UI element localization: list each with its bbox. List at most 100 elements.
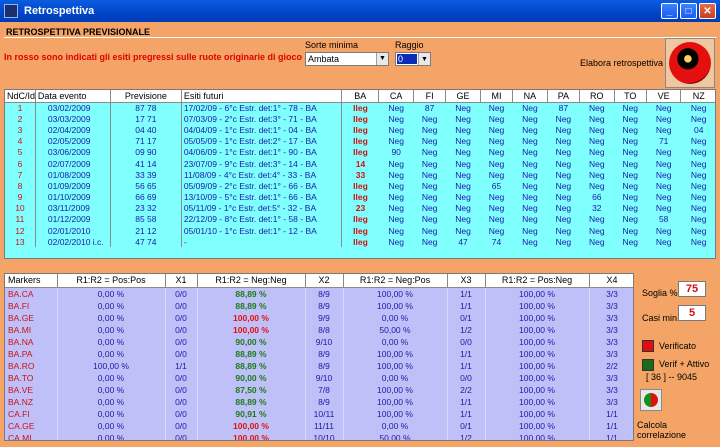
table-cell: 03/02/2009 [35,102,111,114]
column-header[interactable]: Esiti futuri [181,90,342,103]
casi-min-input[interactable]: 5 [678,305,706,321]
soglia-input[interactable]: 75 [678,281,706,297]
table-cell: 02/01/2010 [35,225,111,237]
column-header[interactable]: PA [547,90,581,103]
section-title: RETROSPETTIVA PREVISIONALE [6,27,151,37]
column-header[interactable]: NA [512,90,548,103]
table-cell: Neg [622,214,639,225]
column-header[interactable]: GE [445,90,481,103]
column-header[interactable]: R1:R2 = Neg:Neg [197,274,306,288]
column-header[interactable]: NZ [680,90,715,103]
table-cell: 0/0 [447,371,486,384]
table-cell: 23/07/09 - 9°c Estr. det:3° - 14 - BA [181,157,342,170]
column-header[interactable]: NdC/Id [5,90,36,103]
table-cell: Neg [388,124,404,135]
table-row[interactable]: BA.TO 0,00 % 0/0 90,00 % 9/10 0,00 % 0/0 100,00… [5,371,633,384]
markers-grid[interactable]: Markers R1:R2 = Pos:Pos X1 R1:R2 = Neg:Neg X… [4,273,634,441]
table-row[interactable]: 5 03/06/2009 09 90 04/06/09 - 1°c Estr. det… [5,146,715,158]
sorte-minima-select[interactable]: Ambata ▼ [305,52,389,66]
table-cell: Neg [455,225,471,236]
table-row[interactable]: BA.MI 0,00 % 0/0 100,00 % 8/8 50,00 % 1/2 100,0… [5,323,633,336]
table-cell: 0,00 % [57,395,166,408]
column-header[interactable]: X3 [447,274,486,288]
column-header[interactable]: R1:R2 = Pos:Pos [57,274,166,288]
column-header[interactable]: BA [341,90,380,103]
table-cell: Neg [388,180,404,191]
column-header[interactable]: Data evento [35,90,111,103]
results-grid[interactable]: NdC/Id Data evento Previsione Esiti futuri B… [4,89,716,259]
table-cell: Neg [555,180,572,191]
table-cell: Neg [488,136,505,147]
table-row[interactable]: CA.FI 0,00 % 0/0 90,91 % 10/11 100,00 % 1/1 100… [5,407,633,420]
table-cell: Neg [622,124,639,135]
column-header[interactable]: R1:R2 = Neg:Pos [343,274,448,288]
column-header[interactable]: FI [413,90,447,103]
table-row[interactable]: 7 01/08/2009 33 39 11/08/09 - 4°c Estr. det… [5,169,715,181]
table-cell: Neg [421,158,438,169]
column-header[interactable]: TO [614,90,647,103]
table-cell: 0,00 % [57,311,166,324]
column-header[interactable]: VE [646,90,682,103]
table-cell: Neg [488,158,505,169]
table-cell: 8/9 [305,395,344,408]
table-row[interactable]: 8 01/09/2009 56 65 05/09/09 - 2°c Estr. det… [5,180,715,192]
maximize-icon[interactable]: □ [680,3,697,19]
table-row[interactable]: BA.NZ 0,00 % 0/0 88,89 % 8/9 100,00 % 1/1 100,0… [5,395,633,408]
column-header[interactable]: Previsione [110,90,182,103]
table-cell: Ileg [353,124,368,135]
column-header[interactable]: X1 [165,274,198,288]
column-header[interactable]: X2 [305,274,344,288]
table-row[interactable]: 11 01/12/2009 85 58 22/12/09 - 8°c Estr. de… [5,213,715,226]
table-row[interactable]: BA.GE 0,00 % 0/0 100,00 % 9/9 0,00 % 0/1 100,00… [5,311,633,324]
minimize-icon[interactable]: _ [661,3,678,19]
chevron-down-icon[interactable]: ▼ [376,53,388,65]
column-header[interactable]: X4 [589,274,633,288]
table-cell: 87,50 % [197,383,306,396]
table-cell: Neg [655,169,672,180]
table-row[interactable]: 6 02/07/2009 41 14 23/07/09 - 9°c Estr. det… [5,157,715,170]
table-cell: BA.VE [5,383,58,396]
table-row[interactable]: 10 03/11/2009 23 32 05/11/09 - 1°c Estr. de… [5,202,715,214]
table-row[interactable]: BA.PA 0,00 % 0/0 88,89 % 8/9 100,00 % 1/1 100,0… [5,347,633,360]
table-row[interactable]: 4 02/05/2009 71 17 05/05/09 - 1°c Estr. det… [5,135,715,147]
table-row[interactable]: 12 02/01/2010 21 12 05/01/10 - 1°c Estr. de… [5,225,715,237]
elabora-retrospettiva-button[interactable] [665,38,715,88]
table-cell: 01/12/2009 [35,213,111,226]
table-row[interactable]: CA.MI 0,00 % 0/0 100,00 % 10/10 50,00 % 1/2 100… [5,431,633,440]
column-header[interactable]: MI [480,90,514,103]
table-cell: 100,00 % [485,383,590,396]
table-row[interactable]: 1 03/02/2009 87 78 17/02/09 - 6°c Estr. det… [5,102,715,114]
table-cell: Neg [622,158,639,169]
table-row[interactable]: 9 01/10/2009 66 69 13/10/09 - 5°c Estr. det… [5,191,715,203]
table-row[interactable]: BA.NA 0,00 % 0/0 90,00 % 9/10 0,00 % 0/0 100,00… [5,335,633,348]
column-header[interactable]: RO [579,90,615,103]
table-cell: 10 [5,202,36,214]
table-cell: BA.RO [5,359,58,372]
table-row[interactable]: CA.GE 0,00 % 0/0 100,00 % 11/11 0,00 % 0/1 100,… [5,419,633,432]
table-row[interactable]: BA.FI 0,00 % 0/0 88,89 % 8/9 100,00 % 1/1 100,0… [5,299,633,312]
table-cell: BA.TO [5,371,58,384]
table-row[interactable]: BA.VE 0,00 % 0/0 87,50 % 7/8 100,00 % 2/2 100,0… [5,383,633,396]
table-row[interactable]: BA.CA 0,00 % 0/0 88,89 % 8/9 100,00 % 1/1 100,0… [5,287,633,300]
table-row[interactable]: BA.RO 100,00 % 1/1 88,89 % 8/9 100,00 % 1/1 100… [5,359,633,372]
table-cell: Neg [622,180,639,191]
column-header[interactable]: Markers [5,274,58,288]
table-cell: 1/2 [447,431,486,440]
column-header[interactable]: CA [378,90,414,103]
table-cell: Neg [488,214,505,225]
table-cell: 8/9 [305,287,344,300]
chevron-down-icon[interactable]: ▼ [418,53,430,65]
table-cell: Neg [622,203,639,214]
table-row[interactable]: 2 03/03/2009 17 71 07/03/09 - 2°c Estr. det… [5,113,715,125]
table-cell: 0/1 [447,311,486,324]
calcola-correlazione-button[interactable] [640,389,662,411]
table-cell: 100,00 % [343,383,448,396]
table-cell: Neg [388,102,404,113]
table-cell: 01/10/2009 [35,191,111,203]
column-header[interactable]: R1:R2 = Pos:Neg [485,274,590,288]
window-controls: _ □ ✕ [661,3,716,19]
table-row[interactable]: 3 02/04/2009 04 40 04/04/09 - 1°c Estr. det… [5,124,715,136]
raggio-select[interactable]: 0 ▼ [395,52,431,66]
table-row[interactable]: 13 02/02/2010 i.c. 47 74- Ileg Neg Neg 47 74 Neg… [5,236,715,248]
close-icon[interactable]: ✕ [699,3,716,19]
